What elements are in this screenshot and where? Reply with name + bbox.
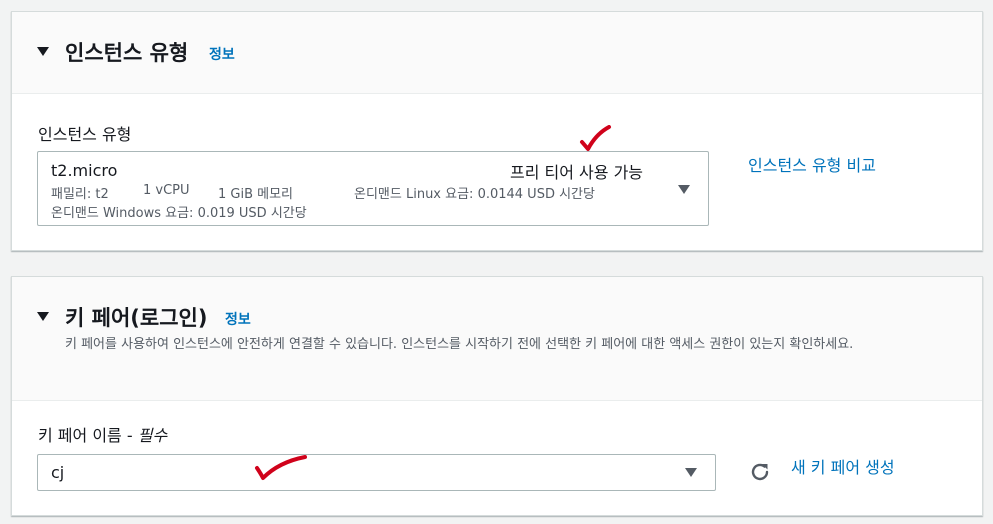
dropdown-arrow-icon (685, 468, 697, 477)
refresh-icon[interactable] (749, 461, 771, 483)
red-checkmark-icon (580, 125, 611, 151)
instance-type-name: t2.micro (51, 161, 118, 180)
key-pair-title: 키 페어(로그인) (65, 306, 208, 330)
caret-down-icon[interactable] (37, 47, 49, 56)
instance-type-title: 인스턴스 유형 (65, 41, 189, 65)
instance-family: 패밀리: t2 (51, 187, 109, 202)
key-pair-header[interactable]: 키 페어(로그인) 정보 키 페어를 사용하여 인스턴스에 안전하게 연결할 수… (12, 277, 982, 401)
dropdown-arrow-icon (678, 185, 690, 194)
windows-price: 온디맨드 Windows 요금: 0.019 USD 시간당 (51, 206, 307, 221)
instance-vcpu: 1 vCPU (143, 183, 190, 198)
required-tag: 필수 (137, 426, 168, 445)
key-pair-field-label-text: 키 페어 이름 - (38, 426, 138, 445)
key-pair-select[interactable]: cj (37, 454, 716, 491)
key-pair-info-link[interactable]: 정보 (225, 309, 251, 329)
key-pair-selected-value: cj (51, 463, 65, 482)
compare-instance-types-link[interactable]: 인스턴스 유형 비교 (748, 152, 876, 176)
instance-type-info-link[interactable]: 정보 (209, 44, 235, 64)
red-checkmark-icon (255, 455, 307, 480)
instance-type-panel: 인스턴스 유형 정보 인스턴스 유형 t2.micro 프리 티어 사용 가능 … (11, 11, 983, 251)
key-pair-description: 키 페어를 사용하여 인스턴스에 안전하게 연결할 수 있습니다. 인스턴스를 … (65, 337, 854, 352)
key-pair-field-label: 키 페어 이름 - 필수 (38, 422, 167, 446)
key-pair-panel: 키 페어(로그인) 정보 키 페어를 사용하여 인스턴스에 안전하게 연결할 수… (11, 276, 983, 516)
instance-type-select[interactable]: t2.micro 프리 티어 사용 가능 패밀리: t2 1 vCPU 1 Gi… (37, 151, 709, 226)
instance-type-field-label: 인스턴스 유형 (38, 125, 132, 144)
free-tier-badge: 프리 티어 사용 가능 (510, 163, 644, 182)
caret-down-icon[interactable] (37, 312, 49, 321)
linux-price: 온디맨드 Linux 요금: 0.0144 USD 시간당 (354, 187, 595, 202)
instance-memory: 1 GiB 메모리 (218, 187, 294, 202)
create-key-pair-link[interactable]: 새 키 페어 생성 (791, 454, 895, 478)
instance-type-header[interactable]: 인스턴스 유형 정보 (12, 12, 982, 94)
